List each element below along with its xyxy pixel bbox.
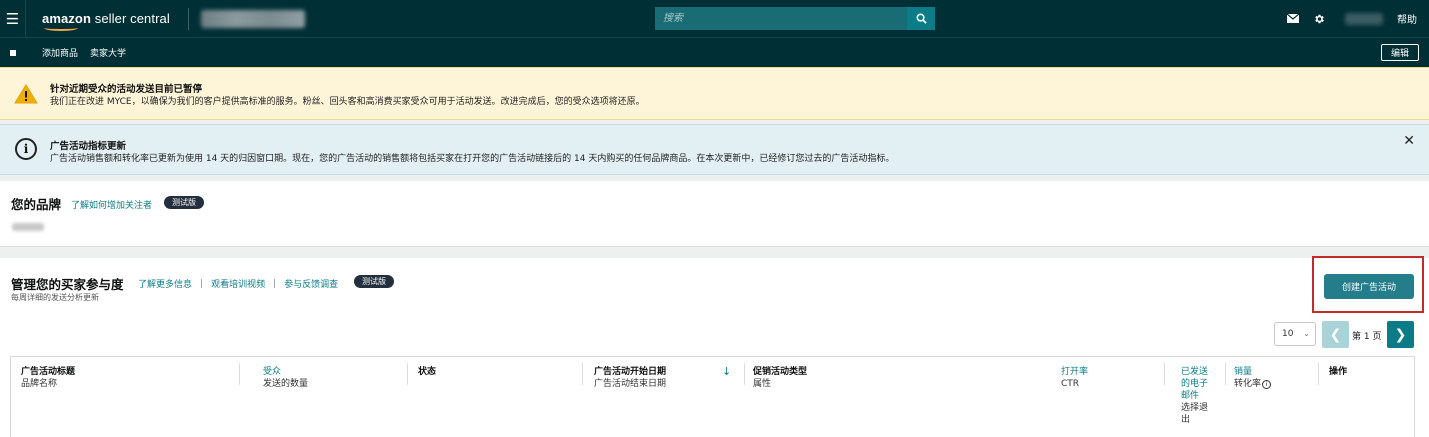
- chevron-right-icon: ❯: [1394, 326, 1407, 343]
- chevron-down-icon: ⌄: [1303, 329, 1310, 338]
- nav-seller-university[interactable]: 卖家大学: [90, 46, 126, 59]
- amazon-smile-icon: [44, 25, 78, 31]
- link-divider: |: [200, 278, 204, 289]
- search-button[interactable]: [907, 7, 935, 30]
- column-divider: [407, 363, 408, 385]
- header-label-line: 已发送: [1181, 367, 1209, 377]
- beta-badge: 测试版: [354, 275, 394, 288]
- page-size-value: 10: [1282, 329, 1294, 339]
- bookmark-nav: 添加商品 卖家大学 编辑: [0, 37, 1429, 67]
- header-label-line: 的电子: [1181, 379, 1209, 389]
- mail-icon[interactable]: [1287, 14, 1299, 23]
- next-page-button[interactable]: ❯: [1387, 321, 1414, 348]
- header-label-line: 邮件: [1181, 391, 1200, 401]
- header-label: 销量: [1234, 367, 1253, 377]
- col-status[interactable]: 状态: [418, 366, 436, 378]
- page-size-select[interactable]: 10 ⌄: [1274, 322, 1316, 346]
- warning-text: 我们正在改进 MYCE，以确保为我们的客户提供高标准的服务。粉丝、回头客和高消费…: [50, 97, 645, 107]
- bookmark-icon: [10, 49, 16, 56]
- header-sublabel: 转化率 i: [1234, 378, 1272, 390]
- beta-badge: 测试版: [164, 196, 204, 209]
- engagement-links: 了解更多信息 | 观看培训视频 | 参与反馈调查: [138, 277, 338, 291]
- col-promo-type[interactable]: 促销活动类型 属性: [753, 366, 807, 390]
- info-banner: i 广告活动指标更新 广告活动销售额和转化率已更新为使用 14 天的归因窗口期。…: [0, 124, 1429, 175]
- header-sublabel-line: 选择退: [1181, 403, 1209, 413]
- header-label: 状态: [418, 367, 437, 377]
- col-start-date[interactable]: 广告活动开始日期 广告活动结束日期: [594, 366, 666, 390]
- training-video-link[interactable]: 观看培训视频: [211, 277, 265, 290]
- close-icon[interactable]: ✕: [1403, 133, 1415, 149]
- column-divider: [1225, 363, 1226, 385]
- column-divider: [239, 363, 240, 385]
- engagement-title: 管理您的买家参与度: [11, 277, 124, 292]
- header-divider: [187, 7, 189, 30]
- header-label: 促销活动类型: [753, 367, 808, 377]
- gear-icon[interactable]: [1313, 13, 1325, 25]
- column-divider: [744, 363, 745, 385]
- col-sent-emails[interactable]: 已发送 的电子 邮件 选择退 出: [1181, 366, 1208, 426]
- create-campaign-button[interactable]: 创建广告活动: [1324, 274, 1414, 299]
- brand-name-blurred: [12, 223, 44, 231]
- col-actions: 操作: [1329, 366, 1347, 378]
- brand-card: 您的品牌 了解如何增加关注者 测试版: [0, 181, 1429, 247]
- col-open-rate[interactable]: 打开率 CTR: [1061, 366, 1088, 390]
- info-title: 广告活动指标更新: [50, 141, 127, 152]
- info-circle-icon[interactable]: i: [1262, 380, 1272, 389]
- header-sublabel-line: 出: [1181, 415, 1191, 425]
- header-sublabel: 广告活动结束日期: [594, 379, 667, 389]
- grow-followers-link[interactable]: 了解如何增加关注者: [71, 198, 152, 211]
- header-actions: 帮助: [1287, 0, 1417, 37]
- header-label: 操作: [1329, 367, 1348, 377]
- header-label: 广告活动开始日期: [594, 367, 667, 377]
- search-bar: [655, 7, 935, 30]
- prev-page-button[interactable]: ❮: [1322, 321, 1349, 348]
- feedback-survey-link[interactable]: 参与反馈调查: [284, 277, 338, 290]
- header-sublabel: CTR: [1061, 379, 1080, 389]
- chevron-left-icon: ❮: [1329, 326, 1342, 343]
- nav-add-product[interactable]: 添加商品: [42, 46, 78, 59]
- account-name-blurred[interactable]: [1345, 12, 1383, 25]
- header-label: 打开率: [1061, 367, 1089, 377]
- column-divider: [1164, 363, 1165, 385]
- warning-banner: 针对近期受众的活动发送目前已暂停 我们正在改进 MYCE，以确保为我们的客户提供…: [0, 67, 1429, 120]
- learn-more-link[interactable]: 了解更多信息: [138, 277, 192, 290]
- engagement-subtitle: 每周详细的发送分析更新: [11, 293, 99, 302]
- page-indicator: 第 1 页: [1352, 332, 1382, 342]
- menu-icon[interactable]: ☰: [0, 0, 26, 37]
- seller-central-logo[interactable]: amazon seller central: [26, 11, 170, 31]
- header-label: 受众: [263, 367, 282, 377]
- info-text: 广告活动销售额和转化率已更新为使用 14 天的归因窗口期。现在，您的广告活动的销…: [50, 154, 895, 164]
- brand-suffix: seller central: [91, 11, 170, 26]
- brand-section-title: 您的品牌: [11, 197, 62, 212]
- search-input[interactable]: [655, 7, 907, 30]
- column-divider: [1318, 363, 1319, 385]
- col-audience[interactable]: 受众 发送的数量: [263, 366, 308, 390]
- link-divider: |: [273, 278, 277, 289]
- brand-prefix: amazon: [42, 11, 92, 26]
- warning-title: 针对近期受众的活动发送目前已暂停: [50, 84, 203, 95]
- column-divider: [582, 363, 583, 385]
- warning-icon: [14, 84, 38, 104]
- info-icon: i: [15, 138, 37, 160]
- col-sales[interactable]: 销量 转化率 i: [1234, 366, 1272, 390]
- top-header: ☰ amazon seller central 帮助: [0, 0, 1429, 37]
- store-switcher-blurred[interactable]: [200, 9, 305, 28]
- header-label: 广告活动标题: [21, 367, 76, 377]
- edit-button[interactable]: 编辑: [1381, 44, 1419, 61]
- col-campaign-title[interactable]: 广告活动标题 品牌名称: [21, 366, 75, 390]
- campaign-table: 广告活动标题 品牌名称 受众 发送的数量 状态 广告活动开始日期 广告活动结束日…: [10, 356, 1415, 437]
- sort-arrow-icon[interactable]: ↓: [722, 366, 731, 378]
- help-link[interactable]: 帮助: [1397, 11, 1417, 26]
- header-sublabel: 发送的数量: [263, 379, 309, 389]
- header-sublabel: 属性: [753, 379, 772, 389]
- header-sublabel: 品牌名称: [21, 379, 58, 389]
- search-icon: [916, 13, 927, 24]
